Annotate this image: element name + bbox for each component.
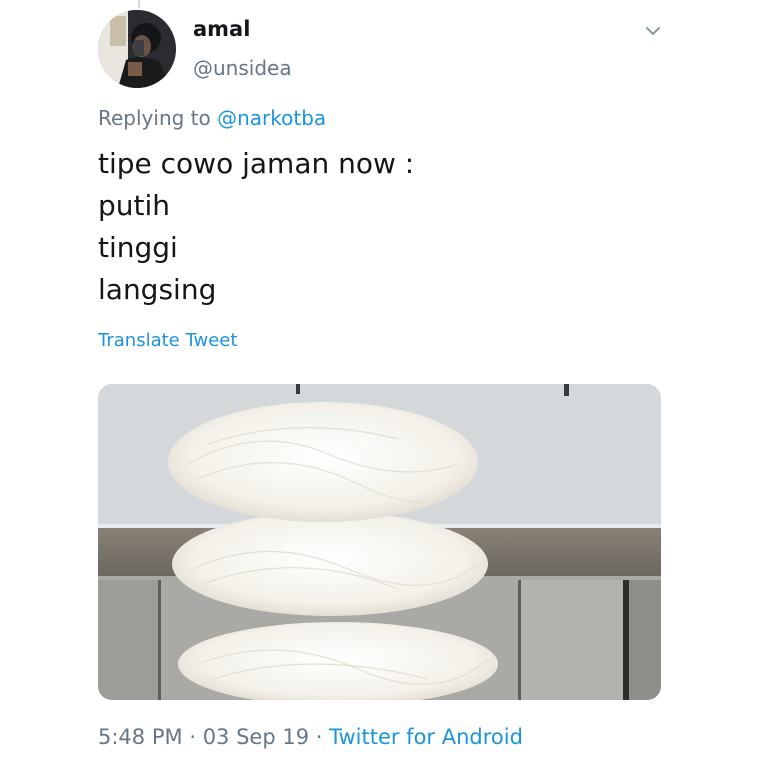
- tweet-time: 5:48 PM: [98, 725, 183, 749]
- reply-mention-link[interactable]: @narkotba: [217, 106, 326, 130]
- tweet-text-line: tipe cowo jaman now :: [98, 147, 415, 180]
- user-handle[interactable]: @unsidea: [193, 56, 292, 80]
- avatar-image: [98, 10, 176, 88]
- tweet-text: tipe cowo jaman now : putih tinggi langs…: [98, 143, 414, 311]
- tweet-date: 03 Sep 19: [202, 725, 310, 749]
- tweet-text-line: tinggi: [98, 231, 178, 264]
- meta-separator: ·: [315, 725, 323, 749]
- tweet-page: amal @unsidea Replying to @narkotba tipe…: [0, 0, 759, 759]
- tweet-text-line: putih: [98, 189, 171, 222]
- tweet-text-line: langsing: [98, 273, 217, 306]
- tweet-source-link[interactable]: Twitter for Android: [329, 725, 523, 749]
- thread-connector-line: [138, 0, 140, 8]
- replying-to: Replying to @narkotba: [98, 106, 326, 130]
- meta-separator: ·: [189, 725, 196, 749]
- display-name[interactable]: amal: [193, 17, 250, 41]
- translate-tweet-link[interactable]: Translate Tweet: [98, 330, 237, 351]
- chevron-down-icon[interactable]: [640, 18, 666, 44]
- replying-to-label: Replying to: [98, 106, 211, 130]
- tweet-media-photo[interactable]: [98, 384, 661, 700]
- noodle-photo: [98, 384, 661, 700]
- tweet-meta: 5:48 PM · 03 Sep 19 · Twitter for Androi…: [98, 725, 523, 749]
- avatar[interactable]: [98, 10, 176, 88]
